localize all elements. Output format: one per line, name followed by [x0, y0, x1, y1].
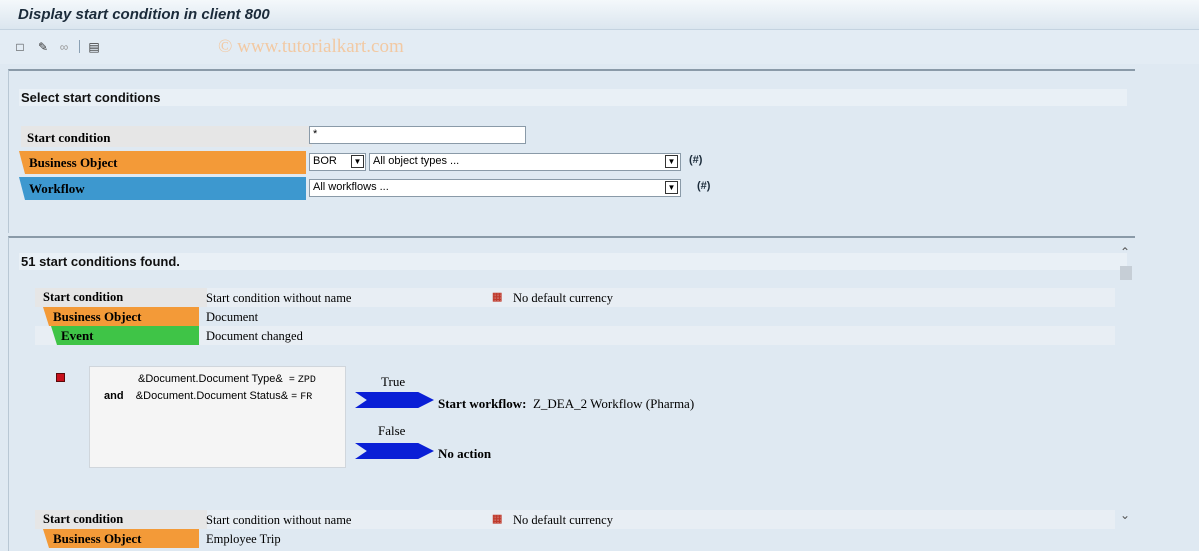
scrollbar-thumb[interactable]: [1120, 266, 1132, 280]
transport-icon[interactable]: ▤: [88, 40, 100, 54]
results-heading: 51 start conditions found.: [19, 253, 1127, 270]
scroll-up-icon[interactable]: ⌃: [1120, 245, 1130, 259]
start-condition-row: Start condition Start condition without …: [35, 288, 1115, 307]
toolbar-separator: [79, 40, 80, 53]
binoculars-icon[interactable]: (#): [689, 154, 702, 166]
toolbar: □ ✎ ∞ ▤: [0, 30, 1199, 64]
start-workflow-line: Start workflow: Z_DEA_2 Workflow (Pharma…: [438, 396, 695, 411]
edit-pencil-icon[interactable]: ✎: [37, 40, 49, 54]
currency-note: No default currency: [513, 513, 613, 527]
window-title: Display start condition in client 800: [18, 6, 270, 23]
no-action-label: No action: [438, 446, 492, 461]
start-condition-row: Start condition Start condition without …: [35, 510, 1115, 529]
selection-panel: Select start conditions Start condition …: [8, 69, 1135, 233]
selection-heading: Select start conditions: [19, 89, 1127, 106]
binoculars-icon[interactable]: (#): [697, 180, 710, 192]
false-arrow: [355, 443, 434, 459]
start-condition-label: Start condition: [21, 126, 312, 147]
bo-object-select[interactable]: All object types ...: [369, 153, 681, 171]
event-label: Event: [51, 326, 199, 345]
event-row: Event Document changed: [35, 326, 1115, 345]
false-label: False: [378, 423, 406, 438]
true-label: True: [381, 374, 406, 389]
start-condition-label: Start condition: [35, 288, 207, 307]
condition-line-2: and &Document.Document Status& = FR: [104, 390, 313, 403]
chevron-down-icon[interactable]: ▼: [665, 155, 678, 168]
start-condition-value: Start condition without name: [206, 291, 352, 305]
start-condition-value: Start condition without name: [206, 513, 352, 527]
title-bar: Display start condition in client 800: [0, 0, 1199, 30]
workflow-label: Workflow: [19, 177, 306, 200]
start-condition-label: Start condition: [35, 510, 207, 529]
currency-icon: ▦: [492, 291, 503, 303]
business-object-label: Business Object: [43, 529, 199, 548]
start-condition-input[interactable]: *: [309, 126, 526, 144]
delete-condition-icon[interactable]: [56, 373, 65, 382]
business-object-value: Document: [206, 310, 259, 324]
business-object-row: Business Object Employee Trip: [35, 529, 1115, 548]
workflow-select[interactable]: All workflows ...: [309, 179, 681, 197]
business-object-label: Business Object: [43, 307, 199, 326]
new-icon[interactable]: □: [14, 40, 26, 54]
results-panel: 51 start conditions found. Start conditi…: [8, 236, 1135, 551]
business-object-row: Business Object Document: [35, 307, 1115, 326]
event-value: Document changed: [206, 329, 303, 343]
currency-note: No default currency: [513, 291, 613, 305]
condition-line-1: &Document.Document Type& = ZPD: [138, 373, 316, 386]
chevron-down-icon[interactable]: ▼: [351, 155, 364, 168]
glasses-icon[interactable]: ∞: [58, 40, 70, 54]
scroll-down-icon[interactable]: ⌄: [1120, 508, 1130, 522]
watermark: © www.tutorialkart.com: [218, 36, 404, 57]
condition-box: &Document.Document Type& = ZPD and &Docu…: [89, 366, 346, 468]
currency-icon: ▦: [492, 513, 503, 525]
true-arrow: [355, 392, 434, 408]
business-object-label: Business Object: [19, 151, 306, 174]
chevron-down-icon[interactable]: ▼: [665, 181, 678, 194]
business-object-value: Employee Trip: [206, 532, 281, 546]
